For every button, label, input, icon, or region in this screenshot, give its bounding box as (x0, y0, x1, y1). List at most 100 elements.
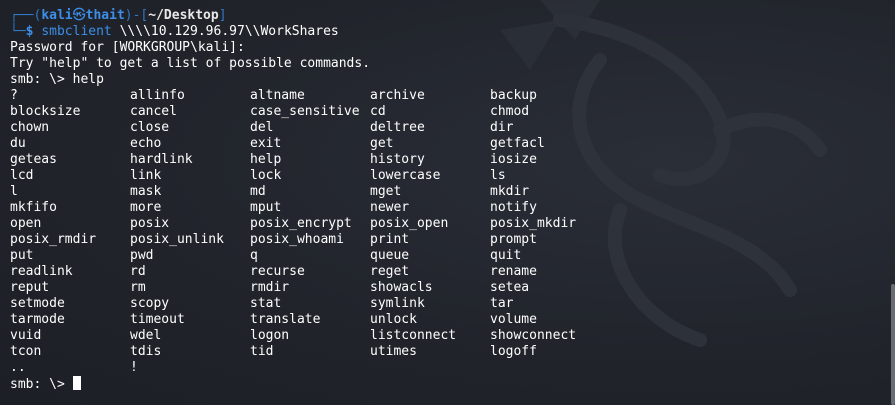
help-command-item: logon (250, 328, 290, 343)
help-command-item: cd (370, 104, 386, 119)
help-command-item: geteas (10, 152, 57, 167)
help-command-item: case_sensitive (250, 104, 360, 119)
output-line: Try "help" to get a list of possible com… (10, 56, 371, 71)
help-command-item: tid (250, 344, 274, 359)
help-command-item: hardlink (130, 152, 193, 167)
help-command-item: rename (490, 264, 537, 279)
help-command-item: md (250, 184, 266, 199)
help-command-item: link (130, 168, 162, 183)
help-command-item: .. (10, 360, 26, 375)
help-command-item: print (370, 232, 410, 247)
prompt-at-symbol: ㉿ (72, 8, 86, 23)
help-command-item: mget (370, 184, 402, 199)
help-command-item: blocksize (10, 104, 81, 119)
help-command-item: posix (130, 216, 170, 231)
help-command-item: recurse (250, 264, 305, 279)
help-command-item: tar (490, 296, 514, 311)
prompt-directory: ~/Desktop (148, 8, 219, 23)
help-command-item: reget (370, 264, 410, 279)
output-line: smb: \> help (10, 72, 104, 87)
help-command-item: history (370, 152, 425, 167)
command-args: \\\\10.129.96.97\\WorkShares (111, 24, 339, 39)
help-command-item: readlink (10, 264, 73, 279)
help-command-item: get (370, 136, 394, 151)
help-command-item: echo (130, 136, 162, 151)
help-command-item: listconnect (370, 328, 457, 343)
help-command-item: q (250, 248, 258, 263)
help-command-item: lowercase (370, 168, 441, 183)
help-command-item: posix_unlink (130, 232, 224, 247)
help-command-item: exit (250, 136, 282, 151)
current-prompt-line[interactable]: smb: \> (10, 376, 881, 392)
help-command-item: mask (130, 184, 162, 199)
help-command-item: posix_whoami (250, 232, 344, 247)
help-command-item: ? (10, 88, 18, 103)
help-command-item: allinfo (130, 88, 185, 103)
help-command-item: utimes (370, 344, 417, 359)
help-command-item: del (250, 120, 274, 135)
help-command-item: posix_open (370, 216, 449, 231)
help-command-item: translate (250, 312, 321, 327)
help-command-item: unlock (370, 312, 417, 327)
help-command-item: showconnect (490, 328, 577, 343)
help-command-item: getfacl (490, 136, 545, 151)
help-command-item: lock (250, 168, 282, 183)
help-command-list: ? allinfo altname archive backup blocksize can… (10, 88, 881, 376)
help-command-item: symlink (370, 296, 425, 311)
prompt-user: kali (41, 8, 73, 23)
prompt-separator: )-[ (124, 8, 149, 23)
help-command-item: logoff (490, 344, 537, 359)
help-command-item: lcd (10, 168, 34, 183)
help-command-item: ! (130, 360, 138, 375)
help-command-item: archive (370, 88, 425, 103)
command-name: smbclient (41, 24, 112, 39)
help-command-item: prompt (490, 232, 537, 247)
smb-prompt: smb: \> (10, 377, 73, 392)
help-command-item: scopy (130, 296, 170, 311)
help-command-item: vuid (10, 328, 42, 343)
prompt-corner: ┌──( (10, 8, 42, 23)
help-command-item: cancel (130, 104, 177, 119)
help-command-item: ls (490, 168, 506, 183)
help-command-item: quit (490, 248, 522, 263)
help-command-item: volume (490, 312, 537, 327)
prompt-dollar: $ (25, 24, 34, 39)
help-command-item: setea (490, 280, 530, 295)
help-command-item: close (130, 120, 170, 135)
help-command-item: timeout (130, 312, 185, 327)
help-command-item: queue (370, 248, 410, 263)
help-command-item: backup (490, 88, 537, 103)
help-command-item: wdel (130, 328, 162, 343)
help-command-item: pwd (130, 248, 154, 263)
prompt-header: ┌──(kali㉿thait)-[~/Desktop] (10, 8, 881, 24)
help-command-item: altname (250, 88, 305, 103)
help-command-item: put (10, 248, 34, 263)
help-command-item: setmode (10, 296, 65, 311)
help-command-item: newer (370, 200, 410, 215)
help-command-item: rmdir (250, 280, 290, 295)
terminal-window[interactable]: ┌──(kali㉿thait)-[~/Desktop] └─$ smbclien… (0, 0, 895, 405)
terminal-output: ┌──(kali㉿thait)-[~/Desktop] └─$ smbclien… (10, 8, 881, 392)
help-command-item: tdis (130, 344, 162, 359)
help-command-item: more (130, 200, 162, 215)
help-command-item: rd (130, 264, 146, 279)
help-command-item: notify (490, 200, 537, 215)
help-command-item: mput (250, 200, 282, 215)
prompt-corner-bottom: └─ (10, 24, 26, 39)
help-command-item: tarmode (10, 312, 65, 327)
scrollbar[interactable] (891, 284, 895, 405)
help-command-item: mkfifo (10, 200, 57, 215)
help-command-item: reput (10, 280, 50, 295)
prompt-separator-close: ] (218, 8, 227, 23)
help-command-item: posix_encrypt (250, 216, 352, 231)
output-line: Password for [WORKGROUP\kali]: (10, 40, 245, 55)
help-command-item: chmod (490, 104, 530, 119)
help-command-item: open (10, 216, 42, 231)
text-cursor (72, 376, 81, 390)
help-command-item: showacls (370, 280, 433, 295)
help-command-item: iosize (490, 152, 537, 167)
help-command-item: chown (10, 120, 50, 135)
help-command-item: help (250, 152, 282, 167)
help-command-item: stat (250, 296, 282, 311)
prompt-host: thait (85, 8, 125, 23)
